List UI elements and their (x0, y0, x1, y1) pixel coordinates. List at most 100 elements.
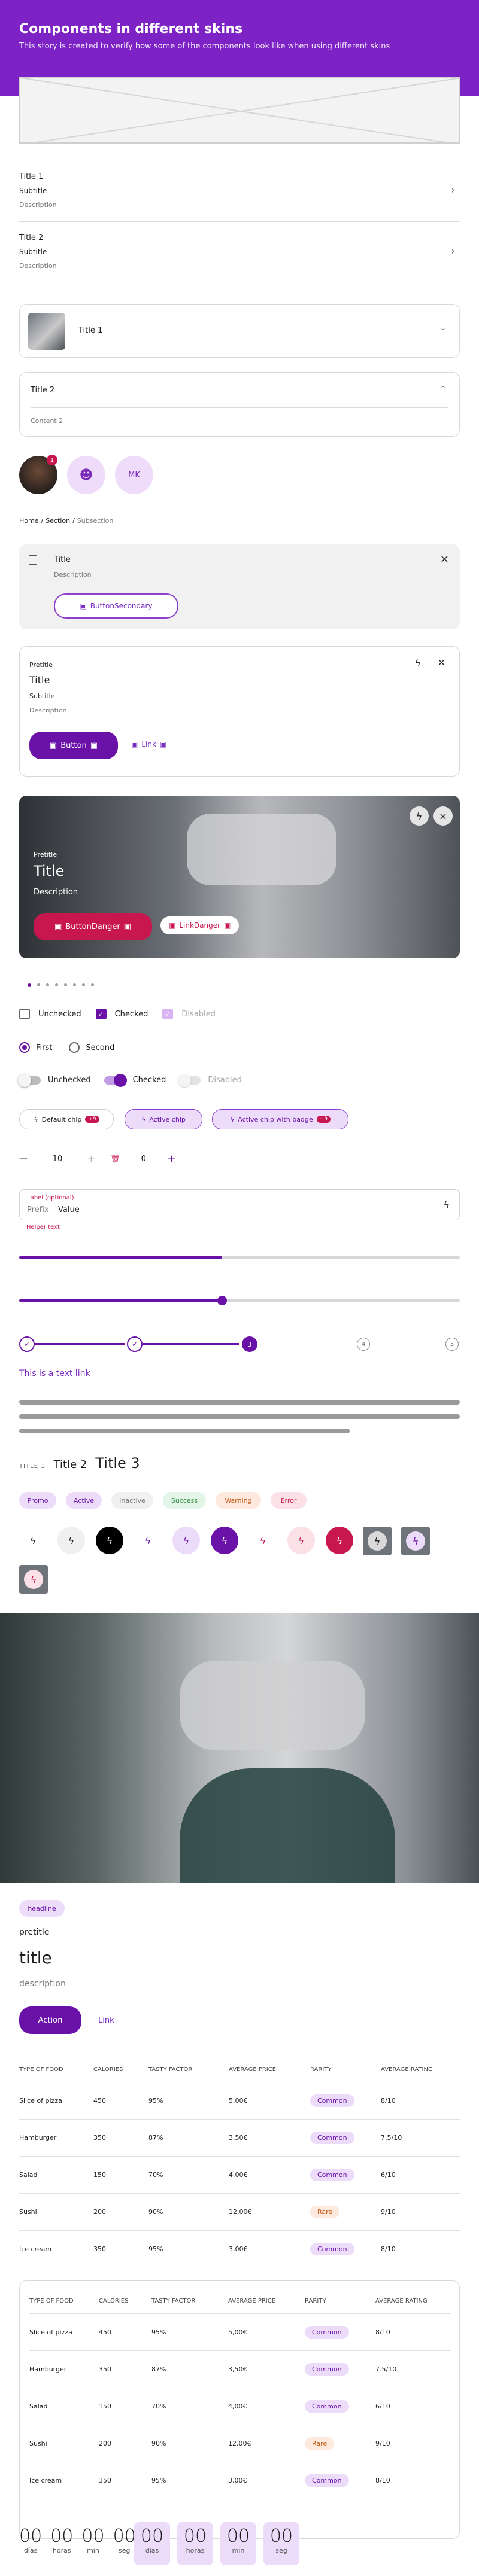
rarity-tag: Rare (310, 2205, 340, 2218)
cell: 90% (148, 2207, 163, 2216)
hero-link[interactable]: Link (98, 2016, 114, 2025)
close-icon[interactable]: × (433, 806, 453, 826)
switch-row: Unchecked Checked Disabled (18, 1073, 242, 1087)
text-link[interactable]: This is a text link (19, 1369, 90, 1378)
switch-off[interactable] (18, 1073, 41, 1087)
radio-group: First Second (19, 1042, 114, 1053)
table-row: Sushi 200 90% 12,00€ Rare 9/10 (19, 2193, 460, 2230)
column-header: AVERAGE RATING (375, 2298, 428, 2305)
chip-active[interactable]: ϟ Active chip (125, 1109, 202, 1129)
accordion-item-2[interactable]: Title 2 ⌃ Content 2 (19, 372, 460, 437)
lightning-icon-button[interactable]: ϟ (363, 1527, 392, 1555)
list-row-2[interactable]: Title 2 Subtitle Description › (19, 229, 460, 287)
trash-icon[interactable]: 🗑 (110, 1155, 120, 1164)
cell: 3,50€ (229, 2133, 248, 2142)
accordion-item-1[interactable]: Title 1 ⌄ (19, 304, 460, 358)
switch-on[interactable] (104, 1073, 127, 1087)
checkbox-disabled: ✓ (162, 1009, 174, 1019)
text-field[interactable]: Label (optional) Prefix Value ϟ (19, 1189, 460, 1220)
step-progress: ✓ ✓ 3 4 5 (19, 1335, 460, 1353)
image-placeholder (19, 77, 460, 144)
cell: 87% (151, 2365, 166, 2373)
cell: 95% (151, 2476, 166, 2484)
dot[interactable] (28, 983, 31, 987)
action-button[interactable]: Action (19, 2006, 81, 2034)
breadcrumb-home[interactable]: Home (19, 517, 38, 525)
checkbox-checked[interactable]: ✓ (95, 1009, 107, 1019)
close-icon[interactable]: × (437, 656, 446, 669)
card-link[interactable]: ▣ Link ▣ (131, 740, 166, 748)
lightning-icon-button[interactable]: ϟ (19, 1527, 47, 1554)
lightning-icon-button[interactable]: ϟ (211, 1527, 238, 1554)
chip-badge: +9 (85, 1116, 99, 1123)
lightning-icon-button[interactable]: ϟ (57, 1527, 85, 1554)
dot[interactable] (46, 983, 49, 986)
table-row: Hamburger 350 87% 3,50€ Common 7.5/10 (19, 2119, 460, 2156)
lightning-icon[interactable]: ϟ (443, 1199, 450, 1211)
column-header: CALORIES (93, 2066, 123, 2073)
plus-button[interactable]: + (167, 1153, 176, 1165)
lightning-icon-button[interactable]: ϟ (249, 1527, 277, 1554)
lightning-icon[interactable]: ϟ (410, 806, 429, 826)
title-3: Title 3 (95, 1455, 140, 1472)
stepper-value[interactable]: 10 (53, 1155, 63, 1164)
danger-button[interactable]: ▣ ButtonDanger ▣ (34, 913, 152, 940)
carousel-dots[interactable] (28, 983, 94, 987)
lightning-icon-button[interactable]: ϟ (134, 1527, 162, 1554)
hero-image (0, 1613, 479, 1883)
cell: 350 (99, 2365, 111, 2373)
breadcrumb-separator: / (41, 517, 44, 525)
countdown-unit: 00 horas (50, 2526, 74, 2554)
minus-button[interactable]: − (19, 1153, 28, 1165)
rarity-tag: Common (305, 2400, 349, 2413)
plus-button[interactable]: + (87, 1153, 96, 1165)
stepper-value[interactable]: 0 (141, 1155, 146, 1164)
radio-unselected[interactable] (69, 1042, 80, 1053)
countdown-plain: 00 días 00 horas 00 min 00 seg (19, 2526, 136, 2554)
dot[interactable] (82, 983, 85, 986)
list-row-1[interactable]: Title 1 Subtitle Description › (19, 163, 460, 221)
breadcrumb-subsection: Subsection (77, 517, 114, 525)
button-secondary[interactable]: ▣ ButtonSecondary (54, 593, 178, 619)
rarity-tag: Rare (305, 2437, 335, 2450)
helper-text: Helper text (26, 1224, 60, 1231)
rarity-tag: Common (310, 2094, 354, 2107)
lightning-icon-button[interactable]: ϟ (401, 1527, 430, 1555)
cell: 6/10 (375, 2402, 390, 2410)
title-1: TITLE 1 (19, 1463, 46, 1470)
lightning-icon[interactable]: ϟ (414, 657, 421, 669)
lightning-icon-button[interactable]: ϟ (172, 1527, 200, 1554)
slider-thumb[interactable] (217, 1296, 227, 1305)
tag-success: Success (163, 1492, 206, 1509)
chevron-down-icon: ⌄ (439, 324, 446, 332)
radio-selected[interactable] (19, 1042, 30, 1053)
lightning-icon-button[interactable]: ϟ (326, 1527, 353, 1554)
primary-button[interactable]: ▣ Button ▣ (29, 732, 118, 759)
dot[interactable] (37, 983, 40, 986)
switch-label: Unchecked (48, 1076, 91, 1085)
dot[interactable] (91, 983, 94, 986)
cell: Salad (29, 2402, 48, 2410)
field-prefix: Prefix (27, 1205, 49, 1214)
rarity-tag: Common (305, 2474, 349, 2487)
danger-link[interactable]: ▣ LinkDanger ▣ (160, 916, 240, 934)
checkbox-unchecked[interactable] (19, 1009, 30, 1019)
dot[interactable] (73, 983, 76, 986)
dot[interactable] (64, 983, 67, 986)
hero-pretitle: pretitle (19, 1928, 50, 1937)
chip-active-with-badge[interactable]: ϟ Active chip with badge +9 (212, 1109, 348, 1129)
close-icon[interactable]: × (440, 553, 449, 565)
chip-default[interactable]: ϟ Default chip +9 (19, 1109, 114, 1129)
callout-description: Description (54, 571, 92, 578)
lightning-icon-button[interactable]: ϟ (19, 1565, 48, 1594)
lightning-icon-button[interactable]: ϟ (287, 1527, 315, 1554)
cell: 6/10 (381, 2170, 396, 2179)
lightning-icon-button[interactable]: ϟ (96, 1527, 123, 1554)
table-row: Slice of pizza 450 95% 5,00€ Common 8/10 (19, 2082, 460, 2119)
dot[interactable] (55, 983, 58, 986)
slider[interactable] (19, 1296, 460, 1305)
row-description: Description (19, 262, 57, 270)
cell: 450 (93, 2096, 106, 2105)
camera-icon: ▣ (169, 921, 176, 930)
breadcrumb-section[interactable]: Section (46, 517, 70, 525)
